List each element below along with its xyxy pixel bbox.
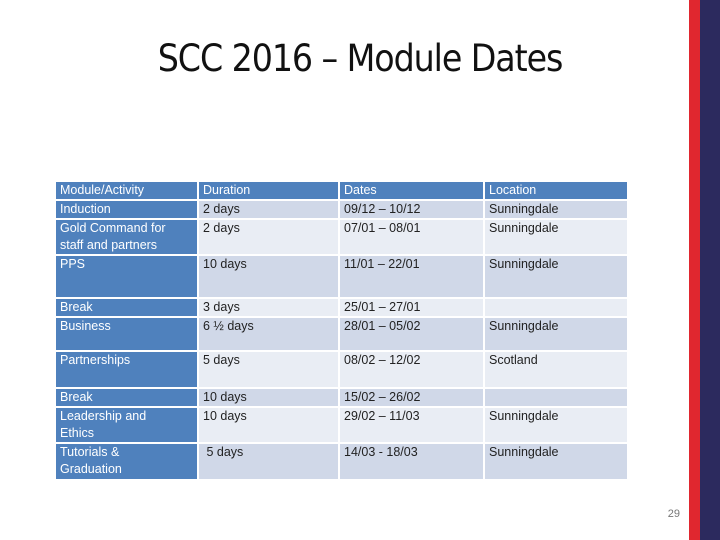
header-location: Location bbox=[485, 182, 627, 199]
module-cell-text: Business bbox=[60, 319, 111, 333]
duration-cell-text: 3 days bbox=[203, 300, 240, 314]
dates-cell: 08/02 – 12/02 bbox=[340, 352, 483, 387]
dates-cell: 29/02 – 11/03 bbox=[340, 408, 483, 442]
location-cell: Sunningdale bbox=[485, 201, 627, 218]
header-dates: Dates bbox=[340, 182, 483, 199]
duration-cell-text: 2 days bbox=[203, 202, 240, 216]
duration-cell: 5 days bbox=[199, 444, 338, 479]
location-cell: Sunningdale bbox=[485, 444, 627, 479]
dates-cell-text: 11/01 – 22/01 bbox=[344, 257, 420, 271]
module-cell-text: Break bbox=[60, 390, 93, 404]
location-cell-text: Sunningdale bbox=[489, 409, 559, 423]
module-cell-text: Partnerships bbox=[60, 353, 131, 367]
duration-cell-text: 5 days bbox=[203, 445, 244, 459]
duration-cell: 10 days bbox=[199, 389, 338, 406]
table-row: Break 3 days 25/01 – 27/01 bbox=[56, 299, 627, 316]
location-cell-text: Sunningdale bbox=[489, 221, 559, 235]
duration-cell: 2 days bbox=[199, 201, 338, 218]
duration-cell: 10 days bbox=[199, 256, 338, 297]
module-cell-text: Break bbox=[60, 300, 93, 314]
duration-cell: 10 days bbox=[199, 408, 338, 442]
dates-cell-text: 28/01 – 05/02 bbox=[344, 319, 421, 333]
table-row: Leadership and Ethics 10 days 29/02 – 11/03… bbox=[56, 408, 627, 442]
table-row: Break 10 days 15/02 – 26/02 bbox=[56, 389, 627, 406]
location-cell: Sunningdale bbox=[485, 318, 627, 350]
module-cell-text-line2: Ethics bbox=[60, 426, 95, 440]
module-dates-table: Module/Activity Duration Dates Location … bbox=[54, 180, 629, 481]
location-cell-text: Sunningdale bbox=[489, 202, 559, 216]
table-row: PPS 10 days 11/01 – 22/01 Sunningdale bbox=[56, 256, 627, 297]
table-row: Tutorials & Graduation 5 days 14/03 - 18/0… bbox=[56, 444, 627, 479]
module-cell-text-line2: Graduation bbox=[60, 462, 122, 476]
location-cell-text: Sunningdale bbox=[489, 319, 559, 333]
location-cell bbox=[485, 299, 627, 316]
module-cell-text-line2: staff and partners bbox=[60, 238, 158, 252]
module-cell: Induction bbox=[56, 201, 197, 218]
slide-title: SCC 2016 – Module Dates bbox=[157, 37, 564, 80]
dates-cell-text: 14/03 - 18/03 bbox=[344, 445, 418, 459]
dates-cell: 11/01 – 22/01 bbox=[340, 256, 483, 297]
dates-cell-text: 15/02 – 26/02 bbox=[344, 390, 421, 404]
page-number: 29 bbox=[667, 508, 680, 520]
duration-cell-text: 6 ½ days bbox=[203, 319, 254, 333]
table-row: Gold Command for staff and partners 2 days… bbox=[56, 220, 627, 254]
location-cell: Sunningdale bbox=[485, 220, 627, 254]
duration-cell-text: 10 days bbox=[203, 409, 247, 423]
navy-accent-stripe bbox=[700, 0, 720, 540]
module-cell-text: Induction bbox=[60, 202, 111, 216]
module-cell-text: Tutorials & bbox=[60, 445, 120, 459]
location-cell-text: Sunningdale bbox=[489, 445, 559, 459]
duration-cell: 6 ½ days bbox=[199, 318, 338, 350]
header-module: Module/Activity bbox=[56, 182, 197, 199]
table-row: Partnerships 5 days 08/02 – 12/02 Scotland bbox=[56, 352, 627, 387]
dates-cell-text: 08/02 – 12/02 bbox=[344, 353, 421, 367]
red-accent-stripe bbox=[689, 0, 700, 540]
table-row: Induction 2 days 09/12 – 10/12 Sunningdale bbox=[56, 201, 627, 218]
location-cell-text: Sunningdale bbox=[489, 257, 559, 271]
dates-cell: 28/01 – 05/02 bbox=[340, 318, 483, 350]
module-cell-text: PPS bbox=[60, 257, 86, 271]
dates-cell: 15/02 – 26/02 bbox=[340, 389, 483, 406]
location-cell-text: Scotland bbox=[489, 353, 538, 367]
module-cell: Tutorials & Graduation bbox=[56, 444, 197, 479]
table-row: Business 6 ½ days 28/01 – 05/02 Sunningdale bbox=[56, 318, 627, 350]
dates-cell-text: 07/01 – 08/01 bbox=[344, 221, 421, 235]
dates-cell: 07/01 – 08/01 bbox=[340, 220, 483, 254]
module-cell: Break bbox=[56, 389, 197, 406]
header-duration: Duration bbox=[199, 182, 338, 199]
duration-cell: 2 days bbox=[199, 220, 338, 254]
duration-cell-text: 2 days bbox=[203, 221, 240, 235]
location-cell: Scotland bbox=[485, 352, 627, 387]
module-cell-text: Gold Command for bbox=[60, 221, 166, 235]
dates-cell-text: 29/02 – 11/03 bbox=[344, 409, 420, 423]
dates-cell: 09/12 – 10/12 bbox=[340, 201, 483, 218]
duration-cell: 3 days bbox=[199, 299, 338, 316]
module-cell-text: Leadership and bbox=[60, 409, 147, 423]
dates-cell-text: 25/01 – 27/01 bbox=[344, 300, 421, 314]
duration-cell-text: 10 days bbox=[203, 257, 247, 271]
module-cell: Gold Command for staff and partners bbox=[56, 220, 197, 254]
duration-cell: 5 days bbox=[199, 352, 338, 387]
location-cell: Sunningdale bbox=[485, 408, 627, 442]
location-cell: Sunningdale bbox=[485, 256, 627, 297]
module-cell: Partnerships bbox=[56, 352, 197, 387]
dates-cell: 14/03 - 18/03 bbox=[340, 444, 483, 479]
dates-cell: 25/01 – 27/01 bbox=[340, 299, 483, 316]
module-cell: PPS bbox=[56, 256, 197, 297]
duration-cell-text: 5 days bbox=[203, 353, 240, 367]
module-cell: Break bbox=[56, 299, 197, 316]
location-cell bbox=[485, 389, 627, 406]
table-header-row: Module/Activity Duration Dates Location bbox=[56, 182, 627, 199]
duration-cell-text: 10 days bbox=[203, 390, 247, 404]
module-cell: Leadership and Ethics bbox=[56, 408, 197, 442]
dates-cell-text: 09/12 – 10/12 bbox=[344, 202, 421, 216]
module-cell: Business bbox=[56, 318, 197, 350]
